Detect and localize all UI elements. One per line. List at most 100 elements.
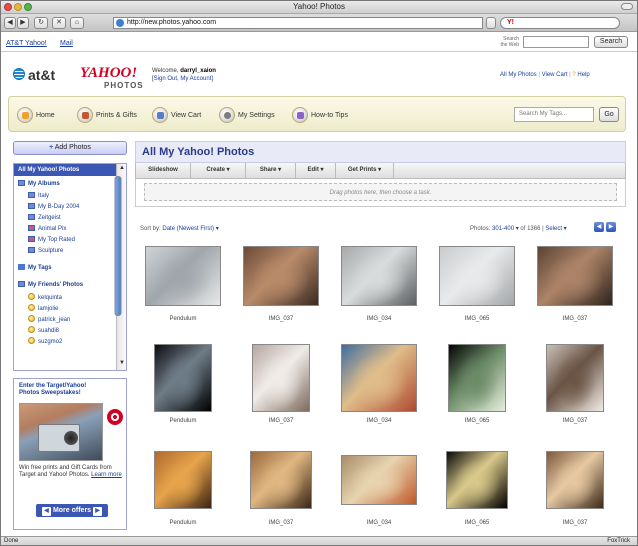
my-friends-heading[interactable]: My Friends' Photos: [18, 281, 120, 288]
sidebar-album-bday[interactable]: My B-Day 2004: [28, 203, 126, 210]
friends-folder-icon: [18, 281, 25, 287]
slideshow-button[interactable]: Slideshow: [136, 163, 191, 178]
nav-view-cart[interactable]: View Cart: [152, 106, 201, 124]
photo-thumbnail[interactable]: [546, 344, 604, 412]
photo-thumbnail[interactable]: [154, 344, 212, 412]
photo-thumbnail[interactable]: [145, 246, 221, 306]
photo-cell[interactable]: IMG_037: [233, 340, 329, 440]
sidebar-friend[interactable]: kelquinta: [28, 293, 126, 301]
photo-thumbnail[interactable]: [250, 451, 312, 509]
bookmark-button[interactable]: [486, 17, 496, 29]
att-globe-logo: [13, 68, 25, 80]
create-menu[interactable]: Create ▾: [191, 163, 246, 178]
next-page-icon[interactable]: ▶: [606, 222, 616, 232]
mail-link[interactable]: Mail: [60, 40, 73, 47]
photo-thumbnail[interactable]: [341, 344, 417, 412]
yahoo-logo-text[interactable]: YAHOO!: [80, 65, 137, 82]
signout-link[interactable]: [Sign Out, My Account]: [152, 76, 213, 82]
photo-cell[interactable]: IMG_034: [331, 238, 427, 338]
album-label: Italy: [38, 193, 50, 199]
nav-my-settings[interactable]: My Settings: [219, 106, 275, 124]
address-bar[interactable]: http://new.photos.yahoo.com: [113, 17, 483, 29]
back-button[interactable]: ◀: [4, 17, 16, 29]
forward-button[interactable]: ▶: [17, 17, 29, 29]
nav-home[interactable]: Home: [17, 106, 55, 124]
sidebar-album-italy[interactable]: Italy: [28, 192, 126, 199]
photo-drop-zone[interactable]: Drag photos here, then choose a task.: [135, 179, 626, 207]
photo-cell[interactable]: IMG_037: [527, 442, 623, 542]
photo-caption: Pendulum: [169, 418, 197, 424]
prev-page-icon[interactable]: ◀: [594, 222, 604, 232]
photo-cell[interactable]: IMG_037: [233, 238, 329, 338]
help-link[interactable]: Help: [577, 72, 589, 78]
sort-select[interactable]: Date (Newest First) ▾: [162, 226, 218, 232]
scroll-down-icon[interactable]: ▼: [119, 360, 125, 366]
edit-menu[interactable]: Edit ▾: [296, 163, 336, 178]
photo-cell[interactable]: IMG_065: [429, 340, 525, 440]
album-folder-icon: [18, 180, 25, 186]
photo-cell[interactable]: Pendulum: [135, 238, 231, 338]
my-albums-heading[interactable]: My Albums: [18, 180, 120, 187]
photo-thumbnail[interactable]: [439, 246, 515, 306]
photo-thumbnail[interactable]: [537, 246, 613, 306]
photo-thumbnail[interactable]: [546, 451, 604, 509]
browser-search-field[interactable]: Y!: [500, 17, 620, 29]
nav-prints-gifts[interactable]: Prints & Gifts: [77, 106, 137, 124]
sidebar-scrollbar[interactable]: ▲ ▼: [114, 164, 126, 370]
photo-cell[interactable]: IMG_034: [331, 340, 427, 440]
promo-title[interactable]: Enter the Target/Yahoo! Photos Sweepstak…: [19, 383, 101, 397]
share-menu[interactable]: Share ▾: [246, 163, 296, 178]
sidebar-friend[interactable]: lamjolie: [28, 304, 126, 312]
get-prints-menu[interactable]: Get Prints ▾: [336, 163, 394, 178]
reload-button[interactable]: ↻: [34, 17, 48, 29]
photo-thumbnail[interactable]: [446, 451, 508, 509]
all-my-photos-link[interactable]: All My Photos: [500, 72, 537, 78]
photo-cell[interactable]: Pendulum: [135, 340, 231, 440]
web-search-input[interactable]: [523, 36, 589, 48]
sidebar-item-all-photos[interactable]: All My Yahoo! Photos: [14, 164, 116, 176]
photo-thumbnail[interactable]: [154, 451, 212, 509]
photo-cell[interactable]: Pendulum: [135, 442, 231, 542]
sidebar-album-zeitgeist[interactable]: Zeitgeist: [28, 214, 126, 221]
scroll-thumb[interactable]: [114, 176, 122, 316]
nav-prints-gifts-label: Prints & Gifts: [96, 111, 137, 119]
sidebar-album-animal-pix[interactable]: Animal Pix: [28, 225, 126, 232]
photo-cell[interactable]: IMG_037: [527, 238, 623, 338]
main-navigation: Home Prints & Gifts View Cart My Setting…: [8, 96, 626, 132]
photo-cell[interactable]: IMG_065: [429, 238, 525, 338]
stop-button[interactable]: ✕: [52, 17, 66, 29]
photo-cell[interactable]: IMG_037: [233, 442, 329, 542]
photo-thumbnail[interactable]: [252, 344, 310, 412]
sidebar-album-top-rated[interactable]: My Top Rated: [28, 236, 126, 243]
sidebar-friend[interactable]: suzgmo2: [28, 337, 126, 345]
nav-how-to-tips[interactable]: How-to Tips: [292, 106, 348, 124]
sidebar-friend[interactable]: patrick_jean: [28, 315, 126, 323]
photo-thumbnail[interactable]: [448, 344, 506, 412]
view-cart-link[interactable]: View Cart: [542, 72, 568, 78]
att-yahoo-link[interactable]: AT&T Yahoo!: [6, 40, 47, 47]
my-tags-heading[interactable]: My Tags: [18, 264, 120, 271]
photo-thumbnail[interactable]: [341, 455, 417, 505]
friend-icon: [28, 326, 35, 333]
tag-search-go-button[interactable]: Go: [599, 107, 619, 122]
learn-more-link[interactable]: Learn more: [91, 472, 122, 478]
photo-thumbnail[interactable]: [243, 246, 319, 306]
account-links: All My Photos | View Cart | ? Help: [500, 72, 590, 78]
photo-thumbnail[interactable]: [341, 246, 417, 306]
toolbar-toggle-button[interactable]: [621, 3, 633, 10]
pager-range-select[interactable]: 301-400 ▾: [492, 226, 519, 232]
select-menu[interactable]: Select ▾: [545, 226, 566, 232]
home-button[interactable]: ⌂: [70, 17, 84, 29]
web-search-button[interactable]: Search: [594, 36, 628, 48]
tag-search-input[interactable]: Search My Tags...: [514, 107, 594, 122]
sidebar-album-sculpture[interactable]: Sculpture: [28, 247, 126, 254]
photo-cell[interactable]: IMG_037: [527, 340, 623, 440]
promo-image[interactable]: [19, 403, 103, 461]
sidebar-friend[interactable]: suahdi8: [28, 326, 126, 334]
album-label: My B-Day 2004: [38, 204, 80, 210]
scroll-up-icon[interactable]: ▲: [119, 165, 125, 171]
more-offers-button[interactable]: ◀ More offers ▶: [36, 504, 108, 517]
photo-cell[interactable]: IMG_034: [331, 442, 427, 542]
photo-cell[interactable]: IMG_065: [429, 442, 525, 542]
add-photos-button[interactable]: + Add Photos: [13, 141, 127, 155]
